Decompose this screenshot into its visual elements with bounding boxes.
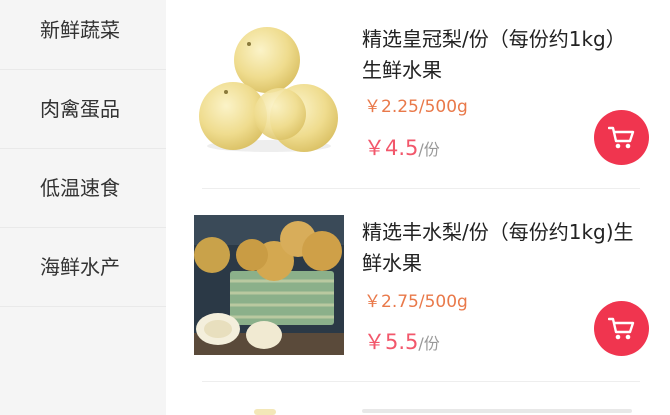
category-sidebar: 新鲜蔬菜 肉禽蛋品 低温速食 海鲜水产 — [0, 0, 166, 415]
price-value: 4.5 — [385, 136, 419, 160]
product-image-partial — [254, 409, 276, 415]
cart-icon — [608, 317, 635, 340]
price-unit: /份 — [418, 334, 440, 353]
sidebar-item-seafood[interactable]: 海鲜水产 — [0, 228, 166, 307]
pear-basket-icon — [194, 215, 344, 355]
sidebar-item-frozen-food[interactable]: 低温速食 — [0, 149, 166, 228]
sidebar-item-meat-eggs[interactable]: 肉禽蛋品 — [0, 70, 166, 149]
divider — [202, 381, 640, 382]
product-image[interactable] — [194, 14, 344, 154]
product-price: ￥5.5/份 — [364, 326, 440, 356]
unit-price: ￥2.25/500g — [364, 97, 468, 117]
currency-symbol: ￥ — [364, 136, 385, 160]
price-unit: /份 — [418, 140, 440, 159]
product-price: ￥4.5/份 — [364, 132, 440, 162]
sidebar-item-vegetables[interactable]: 新鲜蔬菜 — [0, 0, 166, 70]
product-title-partial — [362, 409, 632, 413]
product-title[interactable]: 精选皇冠梨/份（每份约1kg）生鲜水果 — [362, 24, 642, 86]
product-card[interactable]: 精选丰水梨/份（每份约1kg)生鲜水果 ￥2.75/500g ￥5.5/份 — [166, 193, 670, 385]
next-product-card-partial[interactable] — [166, 395, 670, 415]
cart-icon — [608, 126, 635, 149]
unit-price: ￥2.75/500g — [364, 292, 468, 312]
product-title[interactable]: 精选丰水梨/份（每份约1kg)生鲜水果 — [362, 217, 642, 279]
add-to-cart-button[interactable] — [594, 301, 649, 356]
product-image[interactable] — [194, 215, 344, 355]
add-to-cart-button[interactable] — [594, 110, 649, 165]
currency-symbol: ￥ — [364, 330, 385, 354]
price-value: 5.5 — [385, 330, 419, 354]
divider — [202, 188, 640, 189]
crown-pear-icon — [199, 27, 338, 152]
product-card[interactable]: 精选皇冠梨/份（每份约1kg）生鲜水果 ￥2.25/500g ￥4.5/份 — [166, 0, 670, 192]
